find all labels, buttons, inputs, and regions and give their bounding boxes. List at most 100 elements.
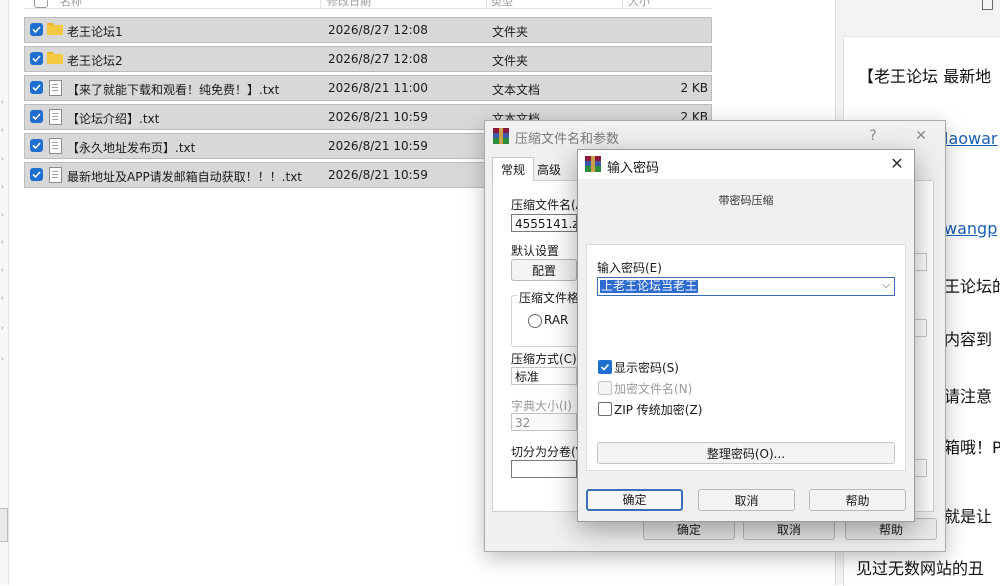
file-name: 【永久地址发布页】.txt — [67, 141, 196, 155]
right-field-edge — [913, 253, 927, 271]
text-file-icon — [49, 167, 62, 183]
format-rar-radio[interactable] — [528, 314, 542, 328]
expand-arrow-icon[interactable]: › — [1, 126, 7, 134]
show-password-label: 显示密码(S) — [614, 361, 679, 375]
expand-arrow-icon[interactable]: › — [1, 238, 7, 246]
enter-password-dialog: 输入密码 ✕ 带密码压缩 输入密码(E) 上老王论坛当老王 ⌵ 显示密码(S) … — [577, 149, 915, 522]
close-icon[interactable]: ✕ — [909, 124, 933, 148]
select-all-checkbox[interactable] — [34, 0, 48, 8]
file-name: 【来了就能下载和观看！纯免费！】.txt — [67, 83, 280, 97]
close-icon[interactable]: ✕ — [884, 152, 910, 176]
file-date: 2026/8/21 11:00 — [328, 81, 428, 95]
profiles-button[interactable]: 配置 — [511, 259, 577, 281]
article-line: 就是让 — [944, 507, 993, 526]
ok-button[interactable]: 确定 — [586, 489, 683, 511]
help-button[interactable]: 帮助 — [809, 489, 906, 511]
column-header-bar: 名称 修改日期 类型 大小 — [24, 0, 712, 9]
expand-arrow-icon[interactable]: › — [1, 324, 7, 332]
cancel-button[interactable]: 取消 — [698, 489, 795, 511]
file-name: 最新地址及APP请发邮箱自动获取！！！.txt — [67, 170, 303, 184]
password-combobox[interactable]: 上老王论坛当老王 ⌵ — [597, 277, 895, 296]
document-icon[interactable] — [982, 0, 993, 10]
file-type: 文本文档 — [492, 83, 541, 97]
text-file-icon — [49, 138, 62, 154]
article-line: 箱哦！P — [944, 438, 1000, 457]
expand-arrow-icon[interactable]: › — [1, 211, 7, 219]
file-row[interactable]: 老王论坛1 2026/8/27 12:08 文件夹 — [24, 17, 712, 43]
organize-passwords-button[interactable]: 整理密码(O)... — [597, 442, 895, 464]
compression-method-label: 压缩方式(C) — [511, 352, 577, 366]
article-line: 请注意 — [944, 387, 993, 406]
zip-legacy-encryption-label: ZIP 传统加密(Z) — [614, 403, 703, 417]
file-date: 2026/8/27 12:08 — [328, 23, 428, 37]
expand-arrow-icon[interactable]: › — [1, 155, 7, 163]
tab-general[interactable]: 常规 — [492, 157, 534, 182]
password-label: 输入密码(E) — [597, 261, 662, 275]
article-link[interactable]: laowar — [944, 129, 998, 148]
text-file-icon — [49, 80, 62, 96]
article-line: 王论坛的 — [944, 277, 1000, 296]
article-link[interactable]: wangp — [944, 219, 997, 238]
right-field-edge — [913, 459, 927, 477]
row-checkbox[interactable] — [30, 110, 43, 123]
file-type: 文件夹 — [492, 25, 529, 39]
compression-method-select[interactable]: 标准 — [511, 367, 577, 385]
file-type: 文件夹 — [492, 54, 529, 68]
file-name: 老王论坛1 — [67, 25, 123, 39]
row-checkbox[interactable] — [30, 23, 43, 36]
format-rar-label: RAR — [544, 313, 569, 327]
dictionary-size-label: 字典大小(I) — [511, 399, 572, 413]
split-volumes-input[interactable] — [511, 460, 577, 478]
row-checkbox[interactable] — [30, 168, 43, 181]
show-password-checkbox[interactable] — [598, 360, 612, 374]
row-checkbox[interactable] — [30, 81, 43, 94]
expand-arrow-icon[interactable]: › — [1, 183, 7, 191]
file-date: 2026/8/21 10:59 — [328, 139, 428, 153]
column-header-size[interactable]: 大小 — [628, 0, 650, 8]
archive-dialog-title: 压缩文件名和参数 — [515, 132, 620, 147]
password-dialog-titlebar[interactable]: 输入密码 ✕ — [578, 150, 914, 179]
column-header-name[interactable]: 名称 — [60, 0, 82, 8]
expand-arrow-icon[interactable]: › — [1, 355, 7, 363]
password-text[interactable]: 上老王论坛当老王 — [600, 280, 699, 293]
default-settings-label: 默认设置 — [511, 244, 560, 258]
expand-arrow-icon[interactable]: › — [1, 266, 7, 274]
password-panel: 输入密码(E) 上老王论坛当老王 ⌵ 显示密码(S) 加密文件名(N) ZIP … — [586, 244, 906, 471]
expand-arrow-icon[interactable]: › — [1, 294, 7, 302]
folder-icon — [47, 23, 63, 35]
dictionary-size-select: 32 — [511, 413, 577, 431]
pane-resize-handle[interactable] — [0, 508, 8, 542]
encrypt-filenames-label: 加密文件名(N) — [614, 382, 693, 396]
file-row[interactable]: 老王论坛2 2026/8/27 12:08 文件夹 — [24, 46, 712, 72]
help-icon[interactable]: ? — [861, 124, 885, 148]
zip-legacy-encryption-checkbox[interactable] — [598, 402, 612, 416]
right-field-edge — [913, 319, 927, 337]
file-name: 老王论坛2 — [67, 54, 123, 68]
article-line: 见过无数网站的丑 — [856, 559, 985, 578]
file-date: 2026/8/27 12:08 — [328, 52, 428, 66]
winrar-icon — [585, 156, 601, 172]
chevron-down-icon[interactable]: ⌵ — [882, 280, 890, 291]
archive-dialog-titlebar[interactable]: 压缩文件名和参数 ? ✕ — [485, 121, 945, 151]
text-file-icon — [49, 109, 62, 125]
row-checkbox[interactable] — [30, 52, 43, 65]
encrypt-filenames-checkbox — [598, 381, 612, 395]
article-line: 内容到 — [944, 330, 993, 349]
winrar-icon — [493, 128, 509, 144]
file-name: 【论坛介绍】.txt — [67, 112, 160, 126]
column-header-date[interactable]: 修改日期 — [327, 0, 371, 8]
file-row[interactable]: 【来了就能下载和观看！纯免费！】.txt 2026/8/21 11:00 文本文… — [24, 75, 712, 101]
column-header-type[interactable]: 类型 — [491, 0, 513, 8]
file-date: 2026/8/21 10:59 — [328, 168, 428, 182]
folder-icon — [47, 52, 63, 64]
password-dialog-subtitle: 带密码压缩 — [718, 194, 774, 207]
expand-arrow-icon[interactable]: › — [1, 98, 7, 106]
file-date: 2026/8/21 10:59 — [328, 110, 428, 124]
row-checkbox[interactable] — [30, 139, 43, 152]
article-line: 【老王论坛 最新地 — [858, 67, 992, 86]
file-size: 2 KB — [680, 81, 708, 95]
tab-advanced[interactable]: 高级 — [537, 161, 561, 178]
archive-name-input[interactable]: 4555141.zip — [511, 214, 577, 232]
password-dialog-title: 输入密码 — [607, 161, 660, 176]
navigation-pane-edge — [0, 0, 9, 585]
